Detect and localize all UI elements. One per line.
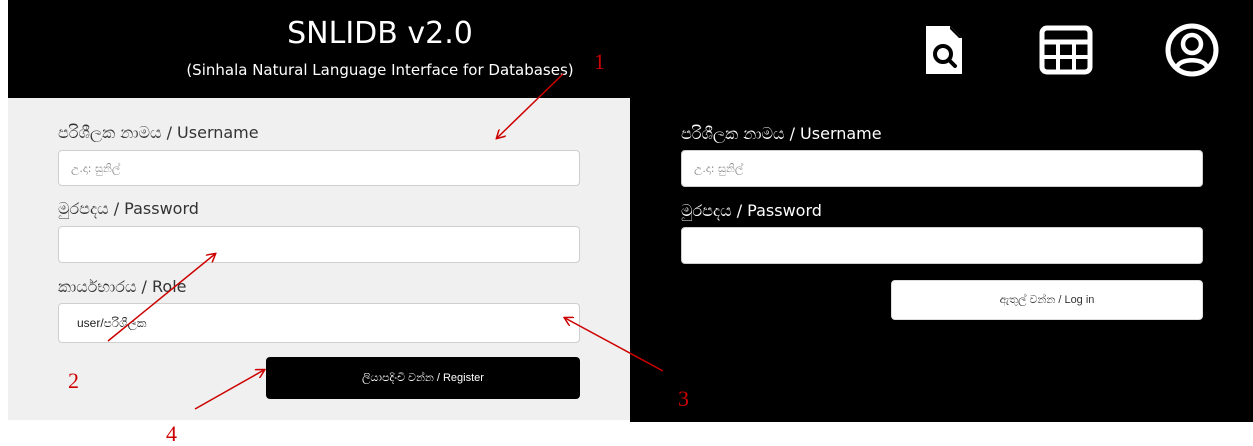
- login-password-input[interactable]: [681, 227, 1203, 264]
- annotation-label-4: 4: [166, 421, 177, 446]
- login-username-input[interactable]: [681, 150, 1203, 187]
- table-grid-icon[interactable]: [1038, 20, 1094, 80]
- document-search-icon[interactable]: [916, 20, 972, 80]
- register-username-label: පරිශීලක නාමය / Username: [58, 123, 259, 142]
- login-button-label: ඇතුල් වන්න / Log in: [999, 293, 1095, 306]
- register-password-input[interactable]: [58, 226, 580, 263]
- role-select[interactable]: user/පරිශීලක: [58, 303, 580, 343]
- login-username-label: පරිශීලක නාමය / Username: [681, 124, 882, 143]
- register-button[interactable]: ලියාපදිංචි වන්න / Register: [266, 357, 580, 399]
- role-select-value: user/පරිශීලක: [77, 316, 147, 330]
- register-username-input[interactable]: [58, 150, 580, 186]
- app-header: SNLIDB v2.0 (Sinhala Natural Language In…: [8, 0, 1253, 98]
- annotation-label-1: 1: [594, 49, 605, 74]
- register-password-label: මුරපදය / Password: [58, 199, 199, 218]
- login-panel: පරිශීලක නාමය / Username මුරපදය / Passwor…: [630, 98, 1253, 422]
- register-role-label: කාර්යභාරය / Role: [58, 277, 187, 296]
- login-button[interactable]: ඇතුල් වන්න / Log in: [891, 280, 1203, 320]
- annotation-label-3: 3: [678, 386, 689, 411]
- annotation-label-2: 2: [68, 368, 79, 393]
- register-panel: පරිශීලක නාමය / Username මුරපදය / Passwor…: [8, 98, 630, 420]
- register-button-label: ලියාපදිංචි වන්න / Register: [362, 371, 484, 384]
- user-profile-icon[interactable]: [1164, 20, 1220, 80]
- login-password-label: මුරපදය / Password: [681, 201, 822, 220]
- app-subtitle: (Sinhala Natural Language Interface for …: [186, 61, 574, 79]
- app-title: SNLIDB v2.0: [287, 16, 473, 51]
